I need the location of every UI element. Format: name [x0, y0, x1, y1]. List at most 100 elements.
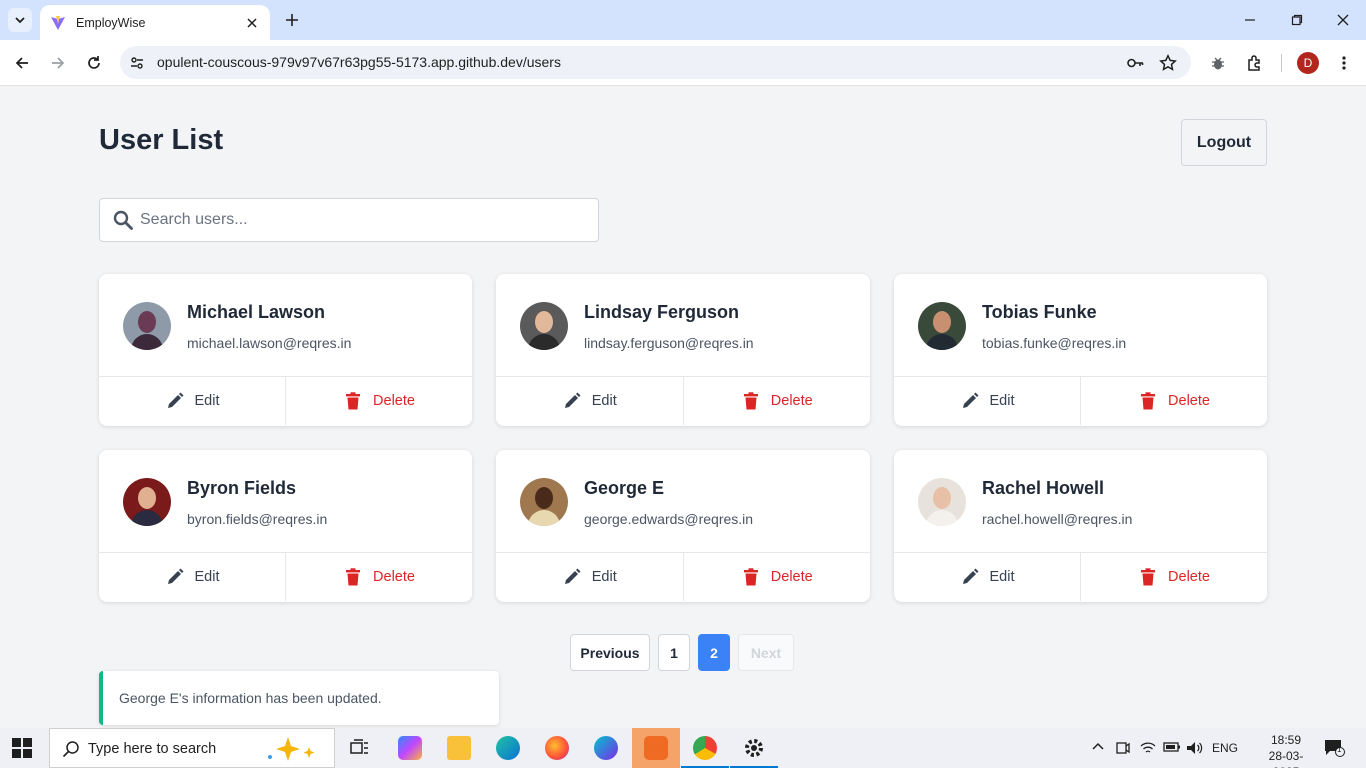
tab-search-button[interactable]: [8, 8, 32, 32]
pencil-icon: [962, 568, 978, 584]
minimize-icon: [1245, 19, 1255, 21]
profile-avatar[interactable]: D: [1297, 52, 1319, 74]
pen-app-icon[interactable]: [632, 728, 680, 768]
delete-label: Delete: [373, 393, 415, 409]
user-name: Michael Lawson: [187, 302, 326, 322]
delete-button[interactable]: Delete: [684, 553, 871, 601]
page-button-2[interactable]: 2: [698, 634, 730, 671]
user-card: George E george.edwards@reqres.in Edit D…: [496, 450, 870, 602]
password-key-icon[interactable]: [1124, 52, 1146, 74]
previous-page-button[interactable]: Previous: [570, 634, 650, 671]
bookmark-star-icon[interactable]: [1157, 52, 1179, 74]
trash-icon: [743, 568, 758, 586]
edit-button[interactable]: Edit: [894, 553, 1081, 601]
edit-button[interactable]: Edit: [496, 377, 684, 425]
user-email: lindsay.ferguson@reqres.in: [584, 335, 754, 351]
reload-button[interactable]: [82, 51, 106, 75]
edit-label: Edit: [194, 393, 220, 409]
browser-menu-icon[interactable]: [1332, 51, 1356, 75]
next-page-button: Next: [738, 634, 794, 671]
edit-button[interactable]: Edit: [496, 553, 684, 601]
user-avatar: [918, 478, 966, 526]
delete-label: Delete: [1168, 569, 1210, 585]
user-email: george.edwards@reqres.in: [584, 511, 754, 527]
site-info-icon[interactable]: [126, 52, 148, 74]
bug-extension-icon[interactable]: [1206, 51, 1230, 75]
trash-icon: [743, 392, 758, 410]
notification-center-icon[interactable]: 1: [1324, 739, 1346, 760]
clock-date: 28-03-2025: [1268, 749, 1304, 768]
language-indicator[interactable]: ENG: [1212, 741, 1238, 755]
volume-icon[interactable]: [1186, 740, 1204, 759]
taskbar-search-box[interactable]: Type here to search: [49, 728, 335, 768]
delete-label: Delete: [1168, 393, 1210, 409]
logout-button[interactable]: Logout: [1181, 119, 1267, 166]
copilot-app-icon[interactable]: [386, 728, 434, 768]
search-icon: [113, 210, 133, 230]
browser-tab-strip: EmployWise: [0, 0, 1366, 40]
edit-button[interactable]: Edit: [894, 377, 1081, 425]
pencil-icon: [167, 568, 183, 584]
firefox-icon[interactable]: [533, 728, 581, 768]
arrow-right-icon: [52, 57, 65, 69]
page-button-1[interactable]: 1: [658, 634, 690, 671]
battery-icon[interactable]: [1163, 740, 1181, 757]
close-icon: [1337, 14, 1349, 26]
canva-icon[interactable]: [582, 728, 630, 768]
delete-button[interactable]: Delete: [684, 377, 871, 425]
chrome-icon[interactable]: [681, 728, 729, 768]
pencil-icon: [564, 392, 581, 408]
delete-button[interactable]: Delete: [286, 553, 472, 601]
edit-label: Edit: [989, 393, 1015, 409]
file-explorer-icon[interactable]: [435, 728, 483, 768]
edit-label: Edit: [591, 569, 617, 585]
user-name: Lindsay Ferguson: [584, 302, 740, 322]
edit-button[interactable]: Edit: [99, 553, 286, 601]
windows-start-icon[interactable]: [12, 738, 32, 758]
system-clock[interactable]: 18:59 28-03-2025: [1258, 732, 1314, 768]
restore-button[interactable]: [1285, 8, 1309, 32]
windows-taskbar: Type here to search ENG 18:59 28-03-2025…: [0, 728, 1366, 768]
user-name: Rachel Howell: [982, 478, 1105, 498]
url-text: opulent-couscous-979v97v67r63pg55-5173.a…: [157, 54, 561, 70]
address-bar[interactable]: opulent-couscous-979v97v67r63pg55-5173.a…: [120, 46, 1191, 79]
tab-title: EmployWise: [76, 15, 146, 30]
new-tab-button[interactable]: [282, 10, 302, 30]
edit-label: Edit: [591, 393, 617, 409]
meet-now-icon[interactable]: [1116, 740, 1130, 759]
toolbar-separator: [1281, 54, 1282, 72]
edit-button[interactable]: Edit: [99, 377, 286, 425]
user-name: George E: [584, 478, 665, 498]
settings-gear-icon[interactable]: [730, 728, 778, 768]
trash-icon: [346, 392, 361, 410]
search-input[interactable]: [140, 199, 590, 241]
extensions-puzzle-icon[interactable]: [1243, 51, 1267, 75]
restore-icon: [1291, 14, 1303, 26]
back-button[interactable]: [10, 51, 34, 75]
user-card-grid: Michael Lawson michael.lawson@reqres.in …: [99, 274, 1267, 602]
wifi-icon[interactable]: [1140, 740, 1156, 759]
user-card: Michael Lawson michael.lawson@reqres.in …: [99, 274, 472, 426]
close-window-button[interactable]: [1331, 8, 1355, 32]
delete-button[interactable]: Delete: [286, 377, 472, 425]
delete-button[interactable]: Delete: [1081, 553, 1267, 601]
delete-label: Delete: [770, 393, 813, 409]
task-view-icon[interactable]: [336, 728, 384, 768]
delete-label: Delete: [770, 569, 813, 585]
trash-icon: [346, 568, 361, 586]
pagination: Previous 1 2 Next: [570, 634, 794, 671]
delete-button[interactable]: Delete: [1081, 377, 1267, 425]
minimize-button[interactable]: [1238, 8, 1262, 32]
copilot-sparkle-icon: [268, 737, 315, 761]
notification-count: 1: [1337, 745, 1342, 754]
close-tab-icon[interactable]: [244, 15, 260, 31]
search-icon: [62, 741, 79, 758]
user-avatar: [123, 302, 171, 350]
forward-button[interactable]: [46, 51, 70, 75]
edge-browser-icon[interactable]: [484, 728, 532, 768]
chevron-up-icon[interactable]: [1091, 740, 1105, 757]
user-avatar: [520, 478, 568, 526]
arrow-left-icon: [15, 57, 28, 69]
browser-tab-active[interactable]: EmployWise: [40, 5, 270, 40]
page-title: User List: [99, 124, 224, 156]
